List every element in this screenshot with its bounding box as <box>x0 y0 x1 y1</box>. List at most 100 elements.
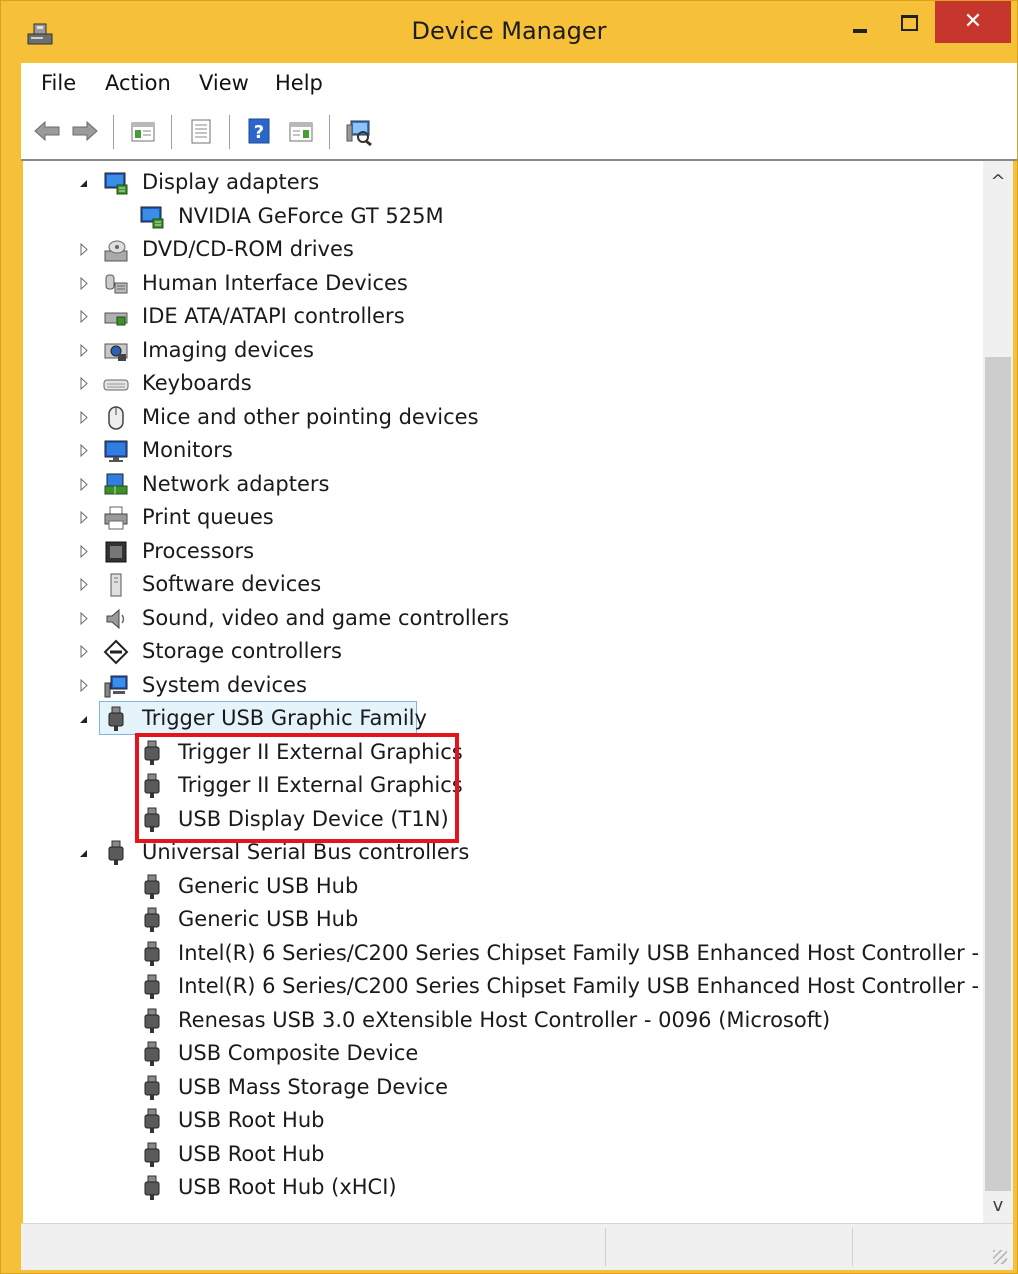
tree-item-label: Processors <box>142 538 255 563</box>
hid-icon <box>103 271 129 297</box>
collapsed-arrow-icon[interactable] <box>77 469 91 499</box>
tree-device-item[interactable]: Intel(R) 6 Series/C200 Series Chipset Fa… <box>23 938 983 968</box>
back-arrow-icon[interactable] <box>31 115 63 147</box>
usb-device-icon <box>103 706 129 732</box>
minimize-button[interactable] <box>841 1 881 43</box>
menu-bar: File Action View Help <box>21 63 1017 105</box>
tree-category[interactable]: Imaging devices <box>23 335 983 365</box>
system-device-icon <box>103 673 129 699</box>
menu-view[interactable]: View <box>199 71 249 95</box>
maximize-icon <box>901 15 918 31</box>
close-button[interactable]: ✕ <box>935 1 1011 43</box>
usb-device-icon <box>139 874 165 900</box>
tree-item-label: USB Root Hub <box>178 1141 325 1166</box>
svg-text:?: ? <box>254 122 264 143</box>
tree-category[interactable]: Mice and other pointing devices <box>23 402 983 432</box>
collapsed-arrow-icon[interactable] <box>77 536 91 566</box>
tree-category[interactable]: Storage controllers <box>23 636 983 666</box>
tree-category[interactable]: Monitors <box>23 435 983 465</box>
tree-device-item[interactable]: Renesas USB 3.0 eXtensible Host Controll… <box>23 1005 983 1035</box>
tree-category-trigger-usb-graphic-family[interactable]: Trigger USB Graphic Family <box>23 703 983 733</box>
scroll-thumb[interactable] <box>985 357 1011 1191</box>
usb-device-icon <box>139 974 165 1000</box>
usb-device-icon <box>139 1142 165 1168</box>
title-bar[interactable]: Device Manager ✕ <box>1 1 1017 65</box>
tree-item-label: Keyboards <box>142 371 252 395</box>
tree-item-label: IDE ATA/ATAPI controllers <box>142 304 405 328</box>
menu-help[interactable]: Help <box>275 71 323 95</box>
vertical-scrollbar[interactable]: ^ v <box>983 161 1013 1223</box>
forward-arrow-icon[interactable] <box>69 115 101 147</box>
tree-item-label: Network adapters <box>142 471 330 496</box>
usb-device-icon <box>139 1008 165 1034</box>
expanded-arrow-icon[interactable] <box>77 837 91 867</box>
collapsed-arrow-icon[interactable] <box>77 569 91 599</box>
tree-device-item[interactable]: Generic USB Hub <box>23 871 983 901</box>
scroll-down-button[interactable]: v <box>983 1189 1013 1223</box>
tree-device-item[interactable]: Generic USB Hub <box>23 904 983 934</box>
status-bar <box>21 1223 1013 1270</box>
properties-icon[interactable] <box>185 115 217 147</box>
collapsed-arrow-icon[interactable] <box>77 603 91 633</box>
tree-device-item[interactable]: NVIDIA GeForce GT 525M <box>23 201 983 231</box>
usb-device-icon <box>139 941 165 967</box>
collapsed-arrow-icon[interactable] <box>77 234 91 264</box>
tree-category[interactable]: Software devices <box>23 569 983 599</box>
maximize-button[interactable] <box>885 1 931 43</box>
tree-item-label: Generic USB Hub <box>178 907 359 931</box>
toolbar-separator <box>171 115 173 149</box>
tree-device-item[interactable]: Intel(R) 6 Series/C200 Series Chipset Fa… <box>23 971 983 1001</box>
tree-item-label: USB Mass Storage Device <box>178 1074 448 1099</box>
tree-category[interactable]: Network adapters <box>23 469 983 499</box>
usb-device-icon <box>139 1075 165 1101</box>
show-hide-console-tree-icon[interactable] <box>127 115 159 147</box>
tree-item-label: Imaging devices <box>142 337 314 362</box>
scan-hardware-changes-icon[interactable] <box>343 115 375 147</box>
resize-grip[interactable] <box>993 1250 1007 1264</box>
tree-device-item[interactable]: USB Root Hub (xHCI) <box>23 1172 983 1202</box>
device-tree[interactable]: Display adapters NVIDIA GeForce GT 525M DV… <box>23 161 983 1223</box>
expanded-arrow-icon[interactable] <box>77 703 91 733</box>
tree-device-item[interactable]: USB Root Hub <box>23 1105 983 1135</box>
tree-item-label: Software devices <box>142 572 322 596</box>
collapsed-arrow-icon[interactable] <box>77 435 91 465</box>
tree-device-item[interactable]: USB Composite Device <box>23 1038 983 1068</box>
toolbar: ? <box>21 105 1017 161</box>
tree-item-label: Mice and other pointing devices <box>142 404 479 429</box>
collapsed-arrow-icon[interactable] <box>77 636 91 666</box>
storage-controller-icon <box>103 639 129 665</box>
collapsed-arrow-icon[interactable] <box>77 502 91 532</box>
collapsed-arrow-icon[interactable] <box>77 368 91 398</box>
tree-category[interactable]: Keyboards <box>23 368 983 398</box>
tree-category[interactable]: Sound, video and game controllers <box>23 603 983 633</box>
display-adapter-icon <box>139 204 165 230</box>
collapsed-arrow-icon[interactable] <box>77 268 91 298</box>
help-icon[interactable]: ? <box>243 115 275 147</box>
tree-category-display-adapters[interactable]: Display adapters <box>23 167 983 197</box>
tree-category[interactable]: Processors <box>23 536 983 566</box>
collapsed-arrow-icon[interactable] <box>77 402 91 432</box>
tree-device-item[interactable]: USB Root Hub <box>23 1139 983 1169</box>
device-manager-window: Device Manager ✕ File Action View Help ?… <box>0 0 1018 1274</box>
collapsed-arrow-icon[interactable] <box>77 670 91 700</box>
tree-category[interactable]: System devices <box>23 670 983 700</box>
collapsed-arrow-icon[interactable] <box>77 301 91 331</box>
tree-category[interactable]: Human Interface Devices <box>23 268 983 298</box>
keyboard-icon <box>103 371 129 397</box>
usb-device-icon <box>139 1175 165 1201</box>
tree-category[interactable]: Print queues <box>23 502 983 532</box>
imaging-device-icon <box>103 338 129 364</box>
menu-action[interactable]: Action <box>105 71 171 95</box>
scroll-up-button[interactable]: ^ <box>983 165 1013 199</box>
show-action-pane-icon[interactable] <box>285 115 317 147</box>
speaker-icon <box>103 606 129 632</box>
collapsed-arrow-icon[interactable] <box>77 335 91 365</box>
tree-category[interactable]: DVD/CD-ROM drives <box>23 234 983 264</box>
expanded-arrow-icon[interactable] <box>77 167 91 197</box>
mouse-icon <box>103 405 129 431</box>
menu-file[interactable]: File <box>41 71 76 95</box>
tree-device-item[interactable]: USB Mass Storage Device <box>23 1072 983 1102</box>
printer-icon <box>103 505 129 531</box>
tree-item-label: Generic USB Hub <box>178 873 359 898</box>
tree-category[interactable]: IDE ATA/ATAPI controllers <box>23 301 983 331</box>
